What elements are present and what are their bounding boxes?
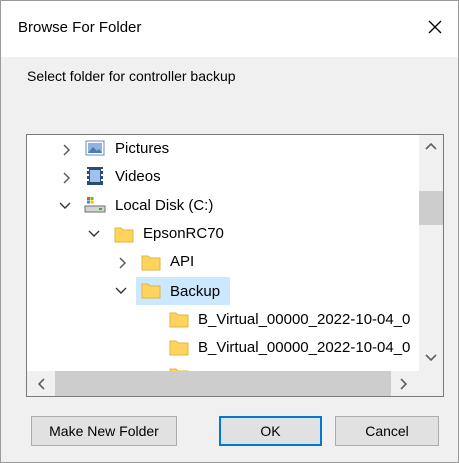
tree-item-pictures[interactable]: Pictures (115, 135, 170, 162)
tree-item-backup-folder-2[interactable]: B_Virtual_00000_2022-10-04_0 (198, 333, 410, 361)
browse-for-folder-dialog: Browse For Folder Select folder for cont… (0, 0, 459, 463)
dialog-title: Browse For Folder (18, 19, 142, 36)
folder-icon (114, 227, 134, 243)
tree-item-epsonrc70[interactable]: EpsonRC70 (143, 219, 224, 247)
folder-icon (169, 340, 189, 356)
tree-item-label: B_Virtual_00000_2022-10-04_0 (198, 310, 411, 328)
vertical-scrollbar[interactable] (419, 135, 443, 371)
horizontal-scroll-thumb[interactable] (55, 371, 391, 396)
videos-folder-icon (87, 167, 103, 185)
tree-item-label: Pictures (115, 139, 170, 157)
folder-icon (141, 283, 161, 299)
folder-icon (169, 312, 189, 328)
cancel-button[interactable]: Cancel (335, 416, 439, 446)
tree-item-videos[interactable]: Videos (115, 162, 161, 190)
scroll-left-icon[interactable] (36, 378, 46, 390)
title-bar: Browse For Folder (1, 1, 458, 57)
chevron-down-icon[interactable] (114, 284, 128, 298)
ok-button[interactable]: OK (219, 416, 322, 446)
pictures-folder-icon (85, 140, 105, 156)
tree-item-label: Backup (170, 282, 221, 300)
chevron-down-icon[interactable] (58, 199, 72, 213)
make-new-folder-button[interactable]: Make New Folder (31, 416, 177, 446)
tree-item-label: Videos (115, 167, 161, 185)
tree-item-label: B_Virtual_00000_2022-10-04_0 (198, 338, 411, 356)
close-button[interactable] (417, 9, 453, 45)
tree-item-label: EpsonRC70 (143, 224, 224, 242)
vertical-scroll-thumb[interactable] (419, 191, 443, 225)
close-icon (428, 20, 442, 34)
dialog-prompt: Select folder for controller backup (27, 68, 236, 84)
tree-item-backup[interactable]: Backup (170, 277, 220, 305)
scrollbar-corner (419, 371, 443, 396)
scroll-up-icon[interactable] (425, 141, 437, 151)
drive-icon (84, 197, 106, 213)
scroll-down-icon[interactable] (425, 353, 437, 363)
scroll-right-icon[interactable] (399, 378, 409, 390)
folder-tree[interactable]: Pictures Videos Local Disk (C:) EpsonRC7… (26, 134, 444, 397)
tree-item-label: API (170, 252, 195, 270)
chevron-right-icon[interactable] (60, 143, 74, 157)
chevron-right-icon[interactable] (60, 171, 74, 185)
chevron-down-icon[interactable] (87, 227, 101, 241)
tree-item-backup-folder-1[interactable]: B_Virtual_00000_2022-10-04_0 (198, 305, 410, 333)
chevron-right-icon[interactable] (116, 256, 130, 270)
tree-item-label: Local Disk (C:) (115, 196, 214, 214)
tree-item-api[interactable]: API (170, 247, 194, 275)
tree-item-local-disk[interactable]: Local Disk (C:) (115, 191, 213, 219)
folder-icon (141, 255, 161, 271)
